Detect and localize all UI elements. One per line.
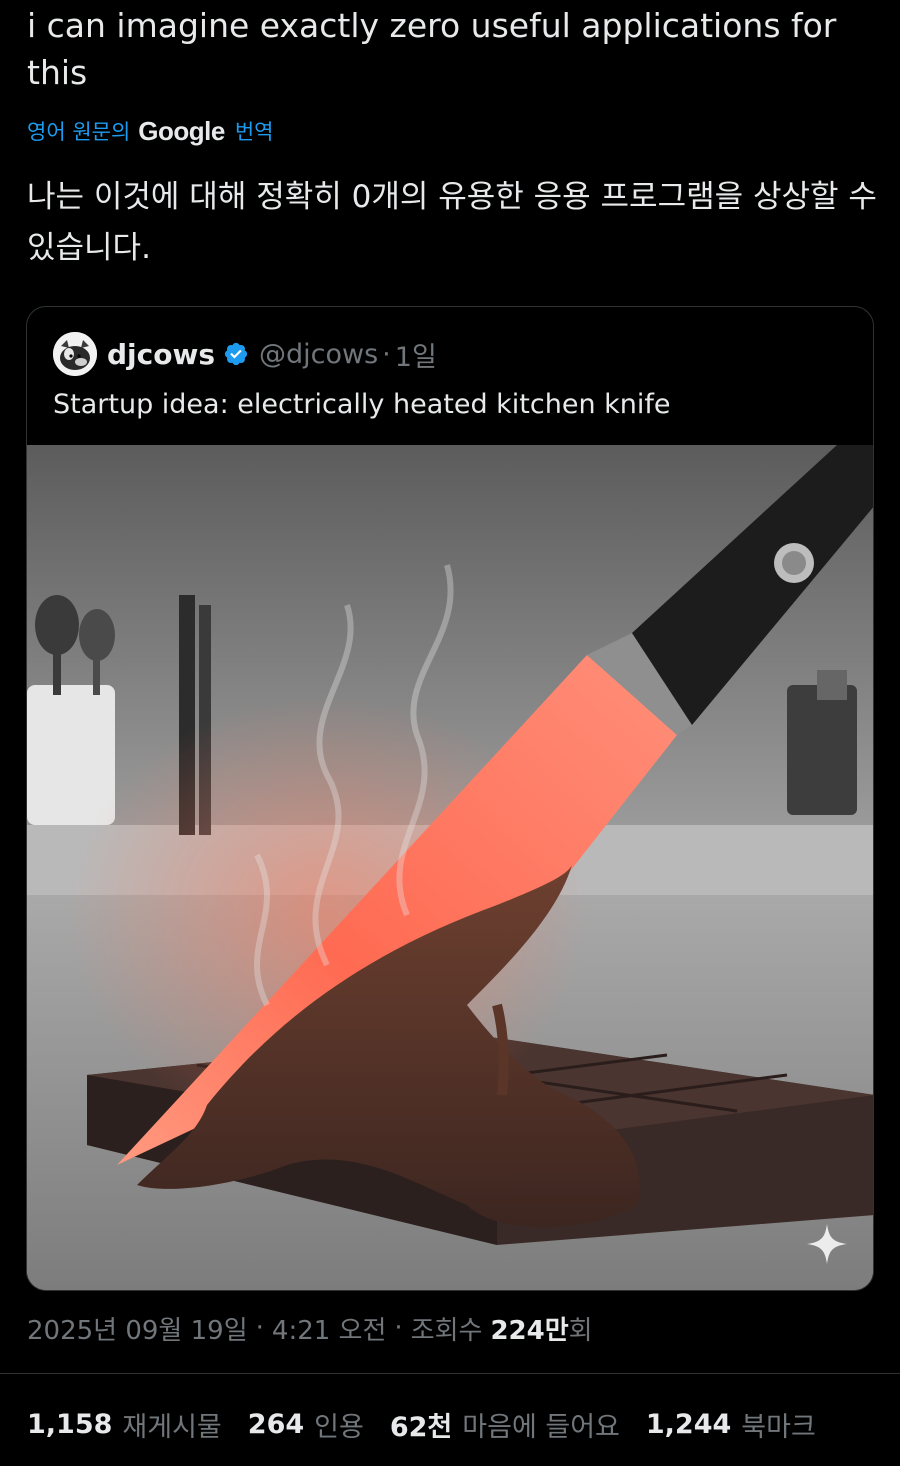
post-metadata: 2025년 09월 19일 · 4:21 오전 · 조회수 224만 회	[27, 1308, 593, 1348]
quoted-author-name[interactable]: djcows	[107, 338, 215, 371]
quoted-post-text: Startup idea: electrically heated kitche…	[53, 389, 671, 420]
translation-attribution[interactable]: 영어 원문의 Google 번역	[27, 114, 273, 148]
quoted-author-handle[interactable]: @djcows	[259, 339, 378, 370]
quoted-post-time[interactable]: 1일	[395, 335, 437, 374]
separator-dot: ·	[382, 338, 391, 370]
bookmarks-count: 1,244	[645, 1408, 732, 1440]
verified-badge-icon	[224, 342, 248, 366]
separator-dot: ·	[394, 1313, 403, 1343]
quotes-stat[interactable]: 264 인용	[248, 1405, 364, 1444]
reposts-count: 1,158	[27, 1408, 113, 1440]
reposts-stat[interactable]: 1,158 재게시물	[27, 1405, 222, 1444]
heated-knife-chocolate-image	[27, 445, 873, 1290]
translated-text: 나는 이것에 대해 정확히 0개의 유용한 응용 프로그램을 상상할 수 있습니…	[27, 179, 877, 266]
post-date[interactable]: 2025년 09월 19일	[27, 1310, 248, 1347]
quoted-post-header: djcows @djcows · 1일	[53, 332, 437, 376]
post-time[interactable]: 4:21 오전	[272, 1310, 387, 1347]
translate-prefix: 영어 원문의	[27, 120, 131, 144]
sparkle-icon	[807, 1224, 847, 1264]
engagement-stats: 1,158 재게시물 264 인용 62천 마음에 들어요 1,244 북마크	[27, 1402, 842, 1446]
likes-count: 62천	[389, 1411, 453, 1443]
quoted-post-card[interactable]: djcows @djcows · 1일 Startup idea: electr…	[26, 306, 874, 1291]
views-suffix: 회	[568, 1315, 593, 1346]
separator-dot: ·	[255, 1313, 264, 1343]
bookmarks-label: 북마크	[741, 1411, 816, 1443]
translate-suffix: 번역	[234, 120, 274, 144]
avatar[interactable]	[53, 332, 97, 376]
quoted-post-image[interactable]	[27, 445, 873, 1290]
views-count: 224만	[490, 1315, 569, 1346]
reposts-label: 재게시물	[122, 1411, 222, 1443]
divider	[0, 1373, 900, 1374]
google-logo: Google	[138, 115, 225, 146]
quotes-count: 264	[247, 1408, 305, 1440]
post-text: i can imagine exactly zero useful applic…	[27, 6, 837, 92]
likes-stat[interactable]: 62천 마음에 들어요	[390, 1405, 620, 1444]
likes-label: 마음에 들어요	[462, 1411, 620, 1443]
bookmarks-stat[interactable]: 1,244 북마크	[646, 1405, 816, 1444]
views-label: 조회수	[410, 1315, 483, 1346]
quotes-label: 인용	[314, 1411, 364, 1443]
